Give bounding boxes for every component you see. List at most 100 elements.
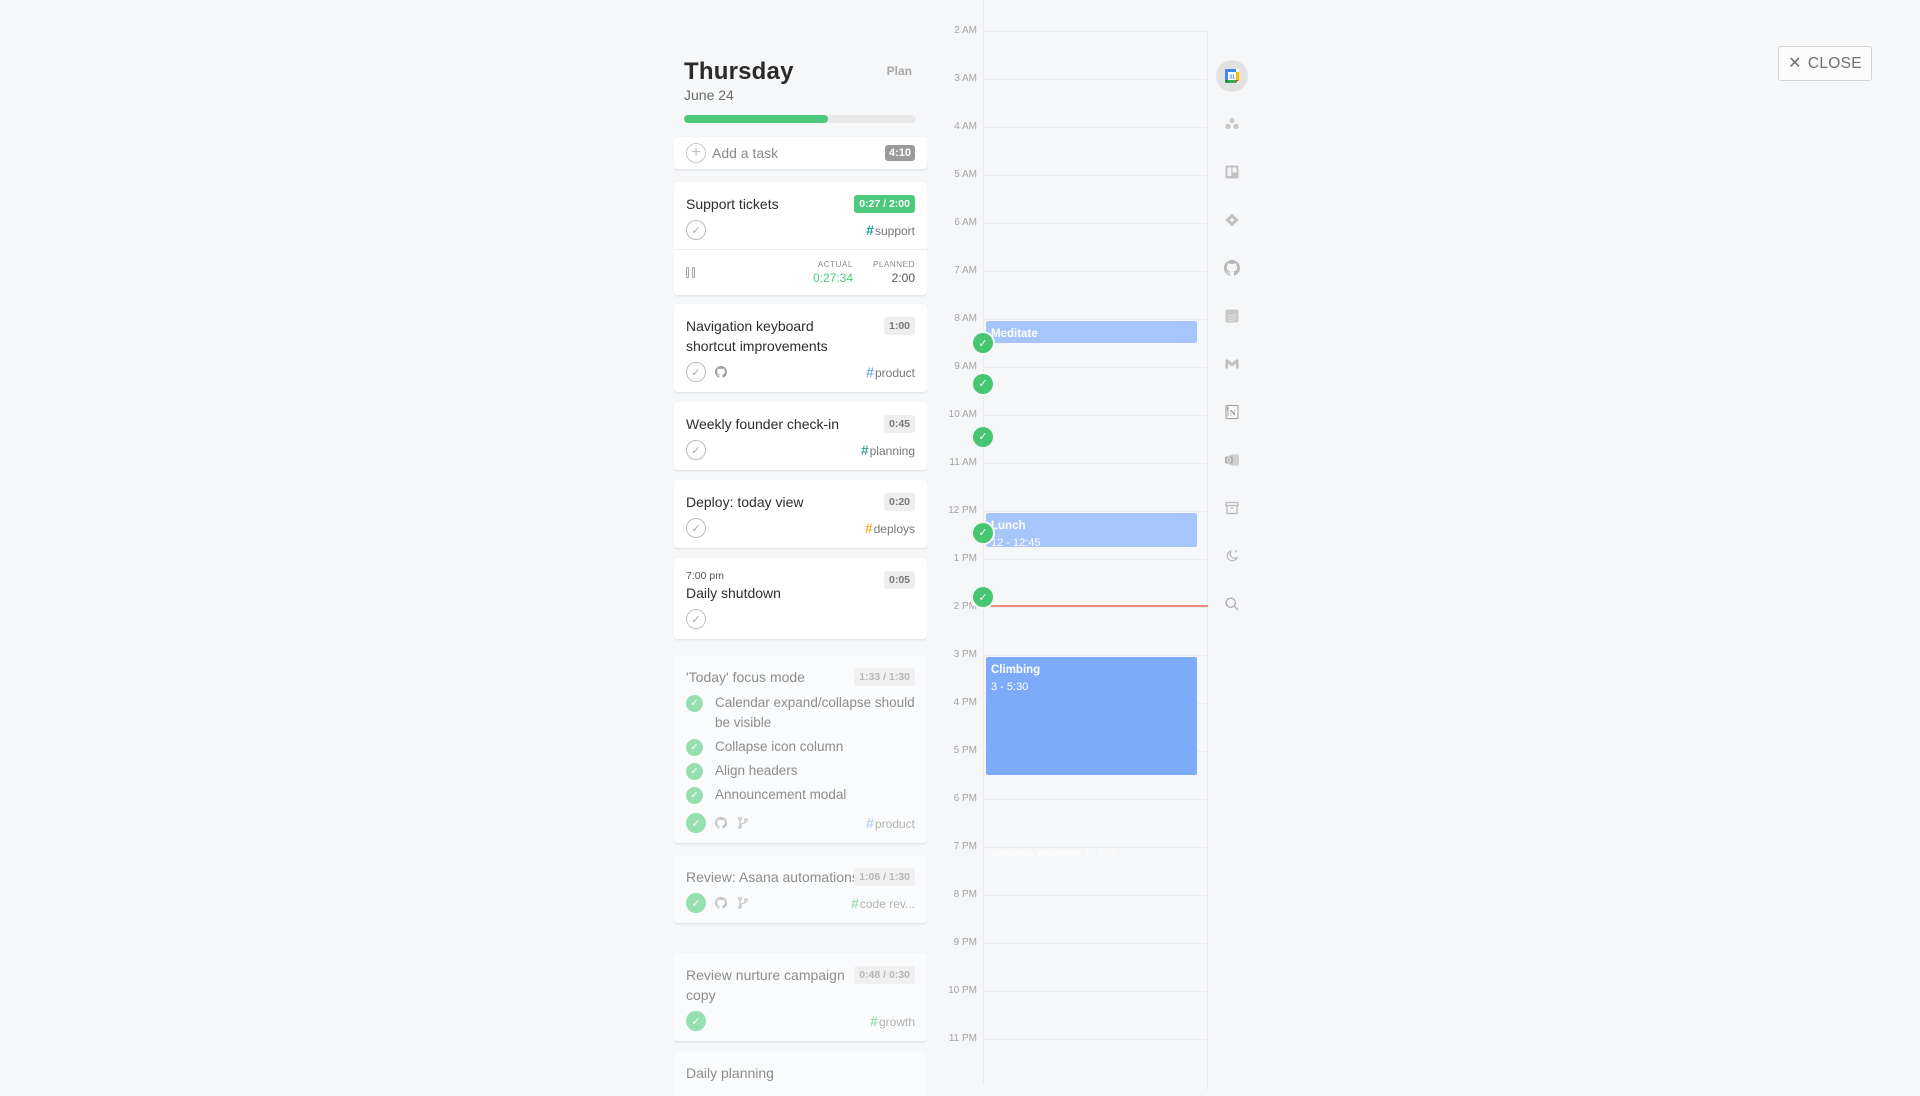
hour-row[interactable]: 8 AM [940,313,1208,324]
trello-icon[interactable] [1216,156,1248,188]
subtask[interactable]: ✓ Align headers [686,761,915,781]
hour-label: 11 PM [948,1033,977,1044]
duration-badge[interactable]: 1:00 [883,317,915,335]
complete-checkbox[interactable]: ✓ [686,893,706,913]
task-card[interactable]: Review nurture campaign copy 0:48 / 0:30… [674,953,927,1041]
hour-row[interactable]: 6 AM [940,217,1208,228]
calendar-event[interactable]: Lunch 12 - 12:45 [986,513,1197,547]
completed-task-marker[interactable]: ✓ [973,522,993,543]
github-icon[interactable] [714,816,728,830]
task-card[interactable]: 7:00 pm Daily shutdown 0:05 ✓ [674,558,927,639]
complete-checkbox[interactable]: ✓ [686,362,706,382]
hour-row[interactable]: 2 PM [940,601,1208,612]
pause-icon[interactable] [686,267,695,278]
task-card[interactable]: Navigation keyboard shortcut improvement… [674,304,927,392]
todoist-icon[interactable] [1216,300,1248,332]
branch-icon[interactable] [736,816,750,830]
hour-row[interactable]: 3 AM [940,73,1208,84]
task-card[interactable]: Daily planning [674,1051,927,1096]
task-tag[interactable]: #code rev... [851,895,915,911]
task-title: Navigation keyboard shortcut improvement… [686,318,828,354]
subtask-checkbox[interactable]: ✓ [686,695,703,712]
complete-checkbox[interactable]: ✓ [686,440,706,460]
github-icon[interactable] [714,896,728,910]
complete-checkbox[interactable]: ✓ [686,813,706,833]
task-card[interactable]: Review: Asana automations 1:06 / 1:30 ✓ … [674,855,927,923]
branch-icon[interactable] [736,896,750,910]
calendar-event[interactable]: Meditate [986,321,1197,343]
task-tag[interactable]: #deploys [865,520,915,536]
hour-row[interactable]: 11 PM [940,1033,1208,1044]
asana-icon[interactable] [1216,108,1248,140]
hour-row[interactable]: 7 PM [940,841,1208,852]
duration-badge[interactable]: 0:27 / 2:00 [854,195,915,213]
task-card[interactable]: Support tickets 0:27 / 2:00 ✓ #support A… [674,182,927,295]
jira-icon[interactable] [1216,204,1248,236]
subtask[interactable]: ✓ Collapse icon column [686,737,915,757]
hour-row[interactable]: 11 AM [940,457,1208,468]
notion-icon[interactable]: N [1216,396,1248,428]
task-card[interactable]: Deploy: today view 0:20 ✓ #deploys [674,480,927,548]
task-tag[interactable]: #planning [861,442,915,458]
subtask-checkbox[interactable]: ✓ [686,763,703,780]
day-calendar[interactable]: 2 AM 3 AM 4 AM 5 AM 6 AM 7 AM 8 AM 9 AM 10 AM 11 … [940,0,1210,1096]
subtask-checkbox[interactable]: ✓ [686,787,703,804]
hour-row[interactable]: 12 PM [940,505,1208,516]
hour-row[interactable]: 2 AM [940,25,1208,36]
add-task-input[interactable]: + Add a task 4:10 [674,137,927,169]
complete-checkbox[interactable]: ✓ [686,518,706,538]
duration-badge[interactable]: 1:06 / 1:30 [854,868,915,886]
google-calendar-icon[interactable]: 31 [1216,60,1248,92]
hour-row[interactable]: 9 AM [940,361,1208,372]
duration-badge[interactable]: 0:45 [883,415,915,433]
hash-icon: # [860,442,869,458]
subtask[interactable]: ✓ Announcement modal [686,785,915,805]
complete-checkbox[interactable]: ✓ [686,220,706,240]
duration-badge[interactable]: 0:20 [883,493,915,511]
task-tag[interactable]: #product [866,815,915,831]
tag-label: planning [869,444,915,458]
github-icon[interactable] [1216,252,1248,284]
hour-row[interactable]: 7 AM [940,265,1208,276]
task-tag[interactable]: #growth [870,1013,915,1029]
hour-row[interactable]: 1 PM [940,553,1208,564]
hour-row[interactable]: 5 AM [940,169,1208,180]
hour-row[interactable]: 9 PM [940,937,1208,948]
subtask[interactable]: ✓ Calendar expand/collapse should be visi… [686,693,915,733]
archive-icon[interactable] [1216,492,1248,524]
outlook-icon[interactable] [1216,444,1248,476]
duration-badge[interactable]: 1:33 / 1:30 [854,668,915,686]
duration-badge[interactable]: 0:05 [883,571,915,589]
search-icon[interactable] [1216,588,1248,620]
tag-label: support [874,224,915,238]
day-date: June 24 [684,87,734,103]
hour-gridline [984,31,1208,32]
hour-row[interactable]: 10 AM [940,409,1208,420]
calendar-event[interactable]: Sunsama shutdown 7 - 7:05 [986,849,1197,859]
duration-badge[interactable]: 0:48 / 0:30 [854,966,915,984]
completed-task-marker[interactable]: ✓ [973,333,993,353]
calendar-event[interactable]: Climbing 3 - 5:30 [986,657,1197,775]
completed-task-marker[interactable]: ✓ [973,426,993,447]
subtask-checkbox[interactable]: ✓ [686,739,703,756]
task-card[interactable]: 'Today' focus mode 1:33 / 1:30 ✓ Calendar… [674,655,927,843]
hour-row[interactable]: 10 PM [940,985,1208,996]
close-button[interactable]: ✕ CLOSE [1778,46,1872,81]
completed-task-marker[interactable]: ✓ [973,373,993,394]
hour-gridline [984,607,1208,608]
gmail-icon[interactable] [1216,348,1248,380]
github-icon[interactable] [714,365,728,379]
task-tag[interactable]: #product [866,364,915,380]
planned-time[interactable]: PLANNED 2:00 [873,260,915,285]
hour-row[interactable]: 6 PM [940,793,1208,804]
hour-gridline [984,991,1208,992]
hour-row[interactable]: 3 PM [940,649,1208,660]
hour-row[interactable]: 8 PM [940,889,1208,900]
complete-checkbox[interactable]: ✓ [686,1011,706,1031]
task-card[interactable]: Weekly founder check-in 0:45 ✓ #planning [674,402,927,470]
complete-checkbox[interactable]: ✓ [686,609,706,629]
plan-button[interactable]: Plan [887,64,912,78]
task-tag[interactable]: #support [866,222,915,238]
hour-row[interactable]: 4 AM [940,121,1208,132]
moon-icon[interactable] [1216,540,1248,572]
